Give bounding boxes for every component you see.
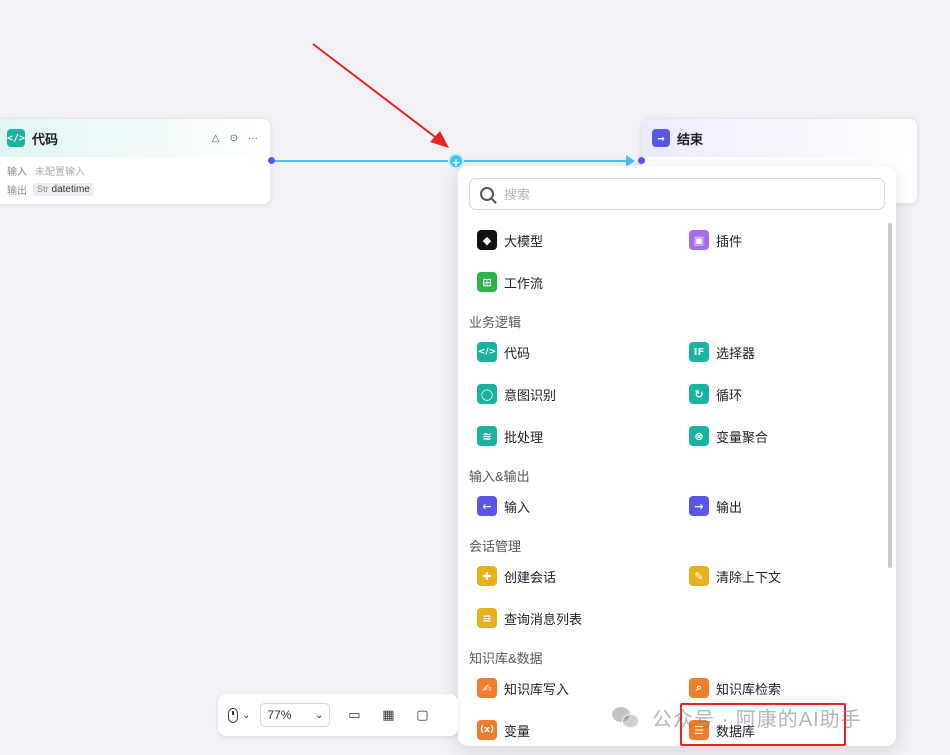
item-query-messages[interactable]: ≡ 查询消息列表 bbox=[477, 606, 582, 630]
end-input-port[interactable] bbox=[638, 157, 645, 164]
item-label: 选择器 bbox=[716, 345, 756, 361]
watermark: 公众号 · 阿康的AI助手 bbox=[612, 703, 862, 732]
code-output-port[interactable] bbox=[268, 157, 275, 164]
item-label: 知识库写入 bbox=[504, 681, 570, 697]
code-node-header: </> 代码 △ ⊙ ··· bbox=[0, 119, 270, 157]
section-title-logic: 业务逻辑 bbox=[469, 315, 522, 330]
input-label: 输入 bbox=[7, 167, 27, 178]
item-label: 批处理 bbox=[504, 429, 544, 445]
item-label: 清除上下文 bbox=[716, 569, 782, 585]
run-icon[interactable]: ⊙ bbox=[230, 133, 238, 144]
item-var-aggregate[interactable]: ⊗ 变量聚合 bbox=[689, 424, 768, 448]
chevron-down-icon[interactable]: ⌄ bbox=[242, 710, 250, 721]
search-box[interactable] bbox=[469, 178, 885, 210]
code-icon: </> bbox=[7, 129, 25, 147]
code-node-output-row: 输出 Str datetime bbox=[0, 180, 270, 199]
item-label: 查询消息列表 bbox=[504, 611, 583, 627]
item-label: 插件 bbox=[716, 233, 743, 249]
scrollbar[interactable] bbox=[888, 223, 892, 568]
minimap-icon[interactable]: ▢ bbox=[412, 705, 432, 725]
item-label: 变量聚合 bbox=[716, 429, 769, 445]
item-llm[interactable]: ◆ 大模型 bbox=[477, 228, 543, 252]
canvas-toolbar: ⌄ 77% ⌄ ▭ ▦ ▢ bbox=[218, 694, 458, 736]
input-value: 未配置输入 bbox=[35, 167, 85, 178]
warning-icon[interactable]: △ bbox=[212, 133, 220, 144]
item-kb-write[interactable]: ✍ 知识库写入 bbox=[477, 676, 569, 700]
output-label: 输出 bbox=[7, 186, 27, 197]
output-tag: Str datetime bbox=[33, 183, 94, 196]
item-selector[interactable]: IF 选择器 bbox=[689, 340, 755, 364]
chat-add-icon: ✚ bbox=[477, 566, 497, 586]
node-picker-panel: ◆ 大模型 ▣ 插件 ⊞ 工作流 业务逻辑 </> 代码 IF 选择器 ◯ 意图… bbox=[458, 166, 896, 746]
wechat-icon bbox=[612, 706, 640, 729]
item-batch[interactable]: ≋ 批处理 bbox=[477, 424, 543, 448]
llm-icon: ◆ bbox=[477, 230, 497, 250]
watermark-text: 公众号 · 阿康的AI助手 bbox=[652, 709, 862, 731]
kb-write-icon: ✍ bbox=[477, 678, 497, 698]
item-kb-search[interactable]: ⌕ 知识库检索 bbox=[689, 676, 781, 700]
workflow-canvas[interactable]: </> 代码 △ ⊙ ··· 输入 未配置输入 输出 Str datetime +… bbox=[0, 0, 950, 755]
plugin-icon: ▣ bbox=[689, 230, 709, 250]
variable-icon: (x) bbox=[477, 720, 497, 740]
if-icon: IF bbox=[689, 342, 709, 362]
loop-icon: ↻ bbox=[689, 384, 709, 404]
end-node-title: 结束 bbox=[677, 131, 704, 147]
workflow-icon: ⊞ bbox=[477, 272, 497, 292]
item-variable[interactable]: (x) 变量 bbox=[477, 718, 530, 742]
search-icon bbox=[480, 187, 494, 201]
search-input[interactable] bbox=[504, 186, 864, 202]
section-title-session: 会话管理 bbox=[469, 539, 522, 554]
end-icon: → bbox=[652, 129, 670, 147]
end-node-header: → 结束 bbox=[642, 119, 917, 157]
item-input[interactable]: ← 输入 bbox=[477, 494, 530, 518]
item-output[interactable]: → 输出 bbox=[689, 494, 742, 518]
chat-clear-icon: ✎ bbox=[689, 566, 709, 586]
output-value: datetime bbox=[51, 184, 90, 195]
item-label: 知识库检索 bbox=[716, 681, 782, 697]
layout-icon[interactable]: ▦ bbox=[378, 705, 398, 725]
item-label: 代码 bbox=[504, 345, 531, 361]
edge-left bbox=[275, 160, 450, 162]
input-icon: ← bbox=[477, 496, 497, 516]
section-title-knowledge: 知识库&数据 bbox=[469, 651, 543, 666]
item-label: 大模型 bbox=[504, 233, 544, 249]
comment-icon[interactable]: ▭ bbox=[344, 705, 364, 725]
zoom-select[interactable]: 77% ⌄ bbox=[260, 703, 331, 727]
item-code[interactable]: </> 代码 bbox=[477, 340, 530, 364]
code-icon: </> bbox=[477, 342, 497, 362]
item-clear-context[interactable]: ✎ 清除上下文 bbox=[689, 564, 781, 588]
kb-search-icon: ⌕ bbox=[689, 678, 709, 698]
item-loop[interactable]: ↻ 循环 bbox=[689, 382, 742, 406]
item-intent[interactable]: ◯ 意图识别 bbox=[477, 382, 556, 406]
zoom-value: 77% bbox=[267, 708, 292, 722]
more-icon[interactable]: ··· bbox=[248, 133, 258, 144]
intent-icon: ◯ bbox=[477, 384, 497, 404]
aggregate-icon: ⊗ bbox=[689, 426, 709, 446]
code-node[interactable]: </> 代码 △ ⊙ ··· 输入 未配置输入 输出 Str datetime bbox=[0, 118, 271, 205]
item-label: 循环 bbox=[716, 387, 743, 403]
section-title-io: 输入&输出 bbox=[469, 469, 530, 484]
item-label: 意图识别 bbox=[504, 387, 557, 403]
output-icon: → bbox=[689, 496, 709, 516]
output-type: Str bbox=[37, 184, 49, 194]
item-label: 工作流 bbox=[504, 275, 544, 291]
edge-right bbox=[462, 160, 628, 162]
node-actions: △ ⊙ ··· bbox=[212, 133, 258, 144]
layers-icon: ≋ bbox=[477, 426, 497, 446]
item-label: 输入 bbox=[504, 499, 531, 515]
item-label: 变量 bbox=[504, 723, 531, 739]
chat-list-icon: ≡ bbox=[477, 608, 497, 628]
item-plugin[interactable]: ▣ 插件 bbox=[689, 228, 742, 252]
code-node-title: 代码 bbox=[32, 131, 59, 147]
item-label: 输出 bbox=[716, 499, 743, 515]
code-node-input-row: 输入 未配置输入 bbox=[0, 161, 270, 180]
chevron-down-icon: ⌄ bbox=[315, 709, 324, 721]
item-create-session[interactable]: ✚ 创建会话 bbox=[477, 564, 556, 588]
item-workflow[interactable]: ⊞ 工作流 bbox=[477, 270, 543, 294]
item-label: 创建会话 bbox=[504, 569, 557, 585]
mouse-icon[interactable] bbox=[228, 707, 238, 723]
